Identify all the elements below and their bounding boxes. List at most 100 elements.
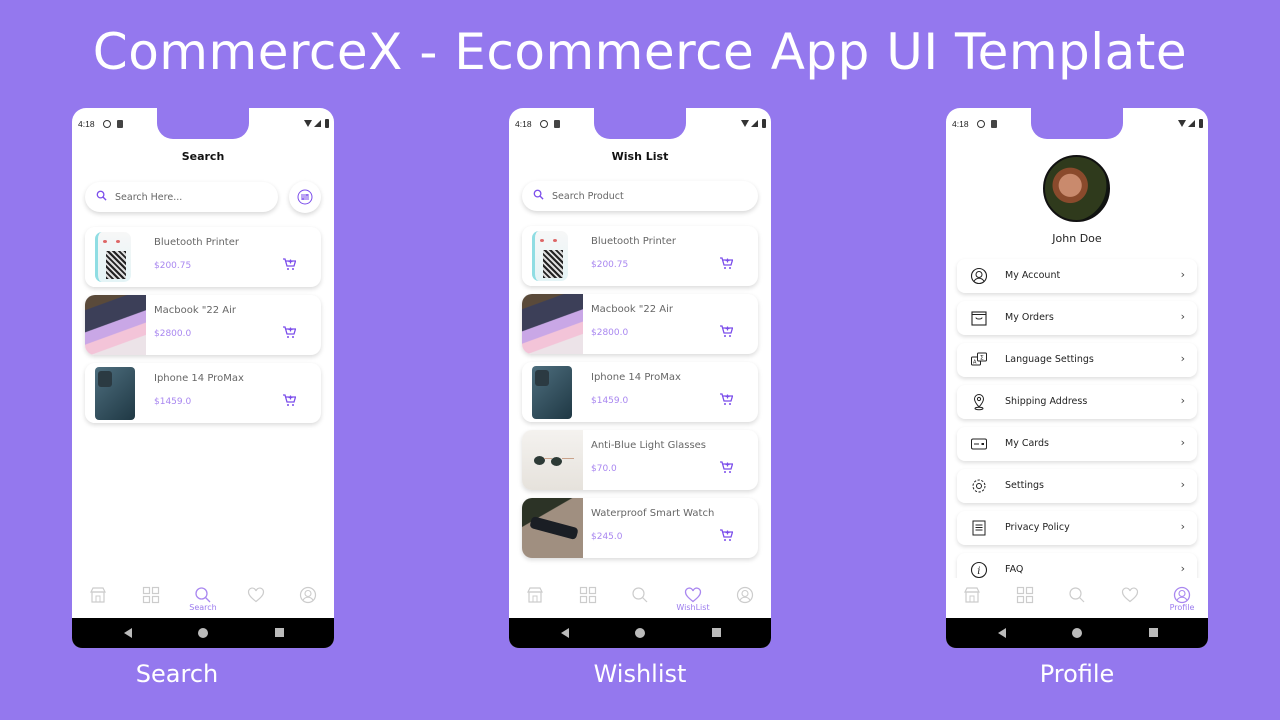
chevron-right-icon: › — [1180, 352, 1185, 365]
nav-wishlist[interactable] — [236, 586, 276, 616]
add-to-cart-icon[interactable] — [282, 257, 296, 271]
product-card[interactable]: Bluetooth Printer $200.75 — [85, 227, 321, 287]
add-to-cart-icon[interactable] — [719, 324, 733, 338]
page-headline: CommerceX - Ecommerce App UI Template — [92, 23, 1188, 81]
bottom-nav: WishList — [509, 578, 771, 618]
nav-categories[interactable] — [1005, 586, 1045, 616]
nav-profile[interactable] — [288, 586, 328, 616]
nav-wishlist[interactable] — [1110, 586, 1150, 616]
credit-card-icon — [971, 438, 987, 450]
heart-icon — [684, 587, 702, 603]
product-card[interactable]: Iphone 14 ProMax $1459.0 — [522, 362, 758, 422]
recents-button[interactable] — [712, 628, 721, 637]
add-to-cart-icon[interactable] — [282, 393, 296, 407]
chevron-right-icon: › — [1180, 478, 1185, 491]
product-price: $70.0 — [591, 464, 617, 474]
wifi-icon — [1178, 120, 1186, 127]
menu-item-my-account[interactable]: My Account › — [957, 259, 1197, 293]
screen-title: Search — [181, 150, 225, 163]
avatar[interactable] — [1043, 155, 1110, 222]
nav-store[interactable] — [952, 586, 992, 616]
menu-item-settings[interactable]: Settings › — [957, 469, 1197, 503]
menu-item-language-settings[interactable]: ΣA Language Settings › — [957, 343, 1197, 377]
product-card[interactable]: Iphone 14 ProMax $1459.0 — [85, 363, 321, 423]
menu-item-my-orders[interactable]: My Orders › — [957, 301, 1197, 335]
filter-sliders-icon — [297, 189, 313, 205]
product-image-laptop — [522, 294, 583, 354]
product-price: $1459.0 — [154, 397, 192, 407]
menu-item-faq[interactable]: i FAQ › — [957, 553, 1197, 578]
search-bar[interactable] — [522, 181, 758, 211]
nav-categories[interactable] — [131, 586, 171, 616]
product-card[interactable]: Waterproof Smart Watch $245.0 — [522, 498, 758, 558]
nav-categories[interactable] — [568, 586, 608, 616]
back-button[interactable] — [998, 628, 1006, 638]
nav-search[interactable] — [1057, 586, 1097, 616]
gear-icon — [972, 479, 986, 493]
search-icon — [533, 189, 544, 200]
chevron-right-icon: › — [1180, 520, 1185, 533]
nav-search[interactable]: Search — [183, 586, 223, 616]
menu-label: Shipping Address — [1005, 396, 1088, 407]
chevron-right-icon: › — [1180, 436, 1185, 449]
add-to-cart-icon[interactable] — [719, 460, 733, 474]
user-circle-icon — [1173, 586, 1191, 604]
nav-label: Profile — [1169, 603, 1195, 612]
menu-label: My Account — [1005, 270, 1061, 281]
status-bar: 4:18 — [72, 118, 334, 132]
home-button[interactable] — [198, 628, 208, 638]
menu-label: Language Settings — [1005, 354, 1094, 365]
nav-label: Search — [189, 603, 217, 612]
search-input[interactable] — [552, 187, 702, 205]
add-to-cart-icon[interactable] — [719, 528, 733, 542]
back-button[interactable] — [561, 628, 569, 638]
battery-icon — [1199, 119, 1203, 128]
product-card[interactable]: Anti-Blue Light Glasses $70.0 — [522, 430, 758, 490]
home-button[interactable] — [1072, 628, 1082, 638]
product-name: Macbook "22 Air — [591, 304, 674, 315]
menu-item-my-cards[interactable]: My Cards › — [957, 427, 1197, 461]
svg-text:Σ: Σ — [980, 355, 984, 362]
product-image-laptop — [85, 295, 146, 355]
nav-profile[interactable] — [725, 586, 765, 616]
menu-label: Settings — [1005, 480, 1044, 491]
status-bar: 4:18 — [509, 118, 771, 132]
nav-store[interactable] — [78, 586, 118, 616]
heart-icon — [247, 587, 265, 603]
product-image-phone — [85, 363, 146, 423]
add-to-cart-icon[interactable] — [282, 325, 296, 339]
recents-button[interactable] — [275, 628, 284, 637]
sd-card-icon — [117, 120, 123, 128]
signal-icon — [751, 120, 758, 127]
caption-profile: Profile — [1039, 660, 1115, 688]
filter-button[interactable] — [289, 181, 321, 213]
menu-item-shipping-address[interactable]: Shipping Address › — [957, 385, 1197, 419]
back-button[interactable] — [124, 628, 132, 638]
product-card[interactable]: Bluetooth Printer $200.75 — [522, 226, 758, 286]
status-time: 4:18 — [952, 119, 969, 129]
product-card[interactable]: Macbook "22 Air $2800.0 — [522, 294, 758, 354]
home-button[interactable] — [635, 628, 645, 638]
add-to-cart-icon[interactable] — [719, 256, 733, 270]
product-name: Iphone 14 ProMax — [154, 373, 244, 384]
nav-wishlist[interactable]: WishList — [673, 586, 713, 616]
shopping-bag-icon — [971, 311, 987, 326]
nav-search[interactable] — [620, 586, 660, 616]
store-icon — [964, 587, 980, 603]
add-to-cart-icon[interactable] — [719, 392, 733, 406]
caption-wishlist: Wishlist — [593, 660, 687, 688]
product-image-phone — [522, 362, 583, 422]
chevron-right-icon: › — [1180, 394, 1185, 407]
menu-item-privacy-policy[interactable]: Privacy Policy › — [957, 511, 1197, 545]
status-time: 4:18 — [515, 119, 532, 129]
search-input[interactable] — [115, 188, 265, 206]
recents-button[interactable] — [1149, 628, 1158, 637]
search-bar[interactable] — [85, 182, 278, 212]
menu-label: My Orders — [1005, 312, 1054, 323]
sd-card-icon — [991, 120, 997, 128]
nav-store[interactable] — [515, 586, 555, 616]
signal-icon — [1188, 120, 1195, 127]
product-card[interactable]: Macbook "22 Air $2800.0 — [85, 295, 321, 355]
product-image-printer — [522, 226, 583, 286]
nav-profile[interactable]: Profile — [1162, 586, 1202, 616]
